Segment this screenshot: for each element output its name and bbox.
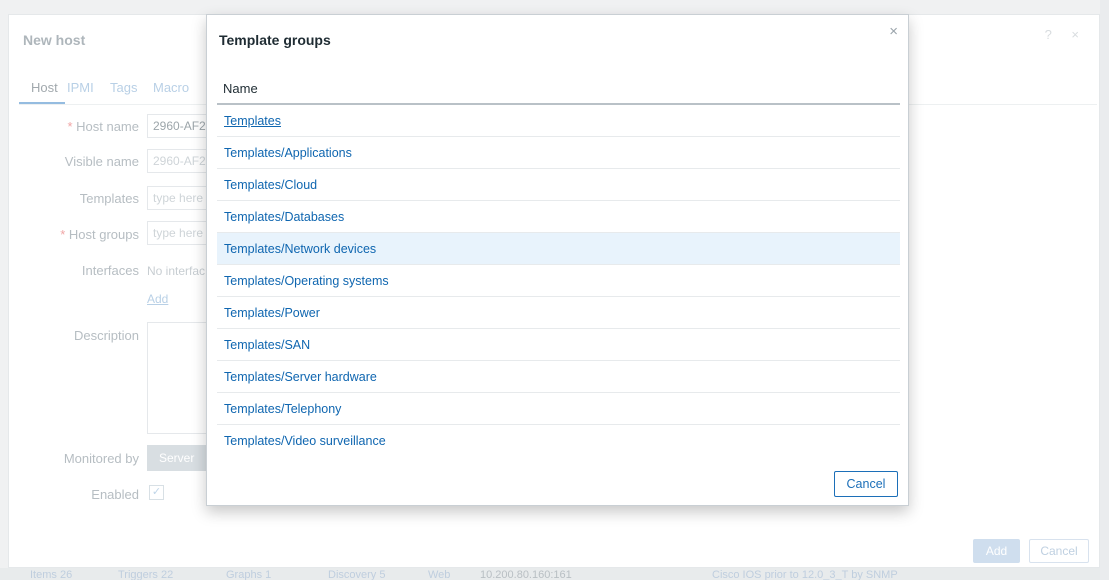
template-group-link[interactable]: Templates/Server hardware <box>224 370 377 384</box>
template-group-link[interactable]: Templates/Operating systems <box>224 274 389 288</box>
template-group-link[interactable]: Templates/Cloud <box>224 178 317 192</box>
close-icon[interactable]: × <box>889 23 898 40</box>
template-groups-modal: Template groups × Name Templates Templat… <box>206 14 909 506</box>
list-item: Templates/Video surveillance <box>217 425 900 457</box>
template-group-link[interactable]: Templates/Databases <box>224 210 344 224</box>
list-item: Templates/Power <box>217 297 900 329</box>
list-item: Templates/Operating systems <box>217 265 900 297</box>
list-item: Templates/SAN <box>217 329 900 361</box>
modal-title: Template groups <box>219 32 331 48</box>
template-group-link[interactable]: Templates/Power <box>224 306 320 320</box>
template-group-link[interactable]: Templates <box>224 114 281 128</box>
column-header-name[interactable]: Name <box>223 81 258 96</box>
list-item: Templates/Cloud <box>217 169 900 201</box>
template-group-link[interactable]: Templates/SAN <box>224 338 310 352</box>
list-item: Templates/Databases <box>217 201 900 233</box>
list-item-hovered: Templates/Network devices <box>217 233 900 265</box>
list-item: Templates/Applications <box>217 137 900 169</box>
template-group-link[interactable]: Templates/Applications <box>224 146 352 160</box>
template-group-link[interactable]: Templates/Telephony <box>224 402 341 416</box>
template-group-list: Templates Templates/Applications Templat… <box>217 105 900 457</box>
template-group-link[interactable]: Templates/Network devices <box>224 242 376 256</box>
cancel-button[interactable]: Cancel <box>834 471 898 497</box>
list-item: Templates <box>217 105 900 137</box>
list-item: Templates/Telephony <box>217 393 900 425</box>
list-item: Templates/Server hardware <box>217 361 900 393</box>
template-group-link[interactable]: Templates/Video surveillance <box>224 434 386 448</box>
